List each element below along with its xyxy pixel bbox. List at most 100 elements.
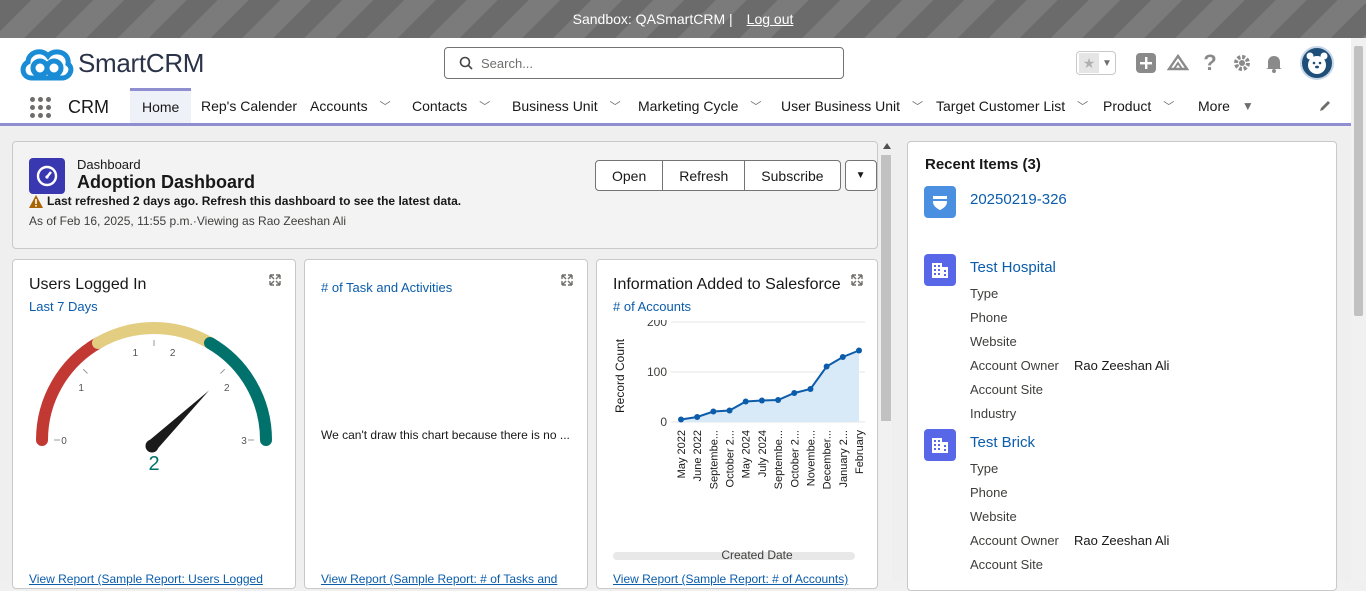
avatar[interactable] <box>1300 46 1334 80</box>
gauge-segment <box>36 337 104 446</box>
field-label: Type <box>970 286 999 301</box>
field-label: Account Owner <box>970 358 1059 373</box>
help-icon: ? <box>1203 50 1217 75</box>
tab-user-business-unit[interactable]: User Business Unit ﹀ <box>781 88 923 123</box>
data-point <box>678 416 684 423</box>
field-label: Phone <box>970 485 1008 500</box>
chevron-down-icon[interactable]: ▼ <box>1099 58 1115 69</box>
window-scrollbar[interactable] <box>1351 38 1366 581</box>
x-tick-label: October 2... <box>725 430 737 487</box>
dashboard-header: Dashboard Adoption Dashboard Last refres… <box>12 141 878 249</box>
help-button[interactable]: ? <box>1194 47 1226 79</box>
recent-item-link[interactable]: Test Hospital <box>970 259 1056 276</box>
tab-accounts[interactable]: Accounts ﹀ <box>310 88 391 123</box>
card-subtitle[interactable]: Last 7 Days <box>29 299 98 314</box>
chevron-down-icon[interactable]: ﹀ <box>1163 98 1174 114</box>
refresh-button[interactable]: Refresh <box>662 160 746 191</box>
tab-home[interactable]: Home <box>130 88 192 123</box>
field-label: Account Site <box>970 382 1043 397</box>
expand-icon[interactable] <box>269 274 281 286</box>
data-point <box>726 407 733 414</box>
setup-button[interactable] <box>1226 47 1258 79</box>
x-tick-label: May 2022 <box>676 430 688 478</box>
scroll-up-arrow-icon[interactable] <box>883 143 891 149</box>
expand-icon[interactable] <box>561 274 573 286</box>
page-title: Adoption Dashboard <box>77 172 255 192</box>
tab-business-unit[interactable]: Business Unit ﹀ <box>512 88 621 123</box>
app-launcher-icon[interactable] <box>30 97 51 118</box>
tab-marketing-cycle[interactable]: Marketing Cycle ﹀ <box>638 88 761 123</box>
warning-icon <box>29 194 43 208</box>
field-label: Phone <box>970 310 1008 325</box>
card-subtitle[interactable]: # of Accounts <box>613 299 691 314</box>
app-name: CRM <box>68 97 109 117</box>
no-data-message: We can't draw this chart because there i… <box>321 428 570 442</box>
tab-target-customer-list[interactable]: Target Customer List ﹀ <box>936 88 1088 123</box>
expand-icon[interactable] <box>851 274 863 286</box>
data-point <box>791 390 798 396</box>
trailhead-button[interactable] <box>1162 47 1194 79</box>
data-point <box>710 408 717 415</box>
logout-link[interactable]: Log out <box>747 11 794 27</box>
search-input[interactable]: Search... <box>444 47 844 79</box>
more-actions-button[interactable]: ▼ <box>844 160 877 191</box>
x-tick-label: July 2024 <box>757 430 769 477</box>
caret-down-icon[interactable]: ▼ <box>1242 99 1254 113</box>
logo[interactable]: SmartCRM <box>18 44 204 82</box>
view-report-link[interactable]: View Report (Sample Report: Users Logged <box>29 572 263 586</box>
caret-down-icon: ▼ <box>855 170 866 181</box>
field-label: Industry <box>970 406 1017 421</box>
x-tick-label: Septembe... <box>708 430 720 489</box>
view-report-link[interactable]: View Report (Sample Report: # of Tasks a… <box>321 572 557 586</box>
x-tick-label: May 2024 <box>741 430 753 478</box>
chevron-down-icon[interactable]: ﹀ <box>750 98 761 114</box>
tab-more[interactable]: More ▼ <box>1198 88 1254 123</box>
global-actions-button[interactable] <box>1130 47 1162 79</box>
gauge-tick-label: 1 <box>78 383 84 394</box>
data-point <box>694 414 701 420</box>
shield-icon <box>924 186 956 218</box>
favorites-button[interactable]: ★ ▼ <box>1076 51 1116 75</box>
x-tick-label: February <box>854 430 866 475</box>
scrollbar-thumb[interactable] <box>1354 46 1363 316</box>
dashboard-actions: Open Refresh Subscribe ▼ <box>595 160 877 191</box>
open-button[interactable]: Open <box>595 160 664 191</box>
card-subtitle[interactable]: # of Task and Activities <box>321 280 452 295</box>
global-header: SmartCRM Search... ★ ▼ ? <box>0 38 1351 88</box>
gauge-value: 2 <box>148 453 159 475</box>
data-point <box>775 397 782 403</box>
data-point <box>839 354 846 360</box>
data-point <box>758 397 765 404</box>
chevron-down-icon[interactable]: ﹀ <box>610 98 621 114</box>
view-report-link[interactable]: View Report (Sample Report: # of Account… <box>613 572 848 586</box>
chevron-down-icon[interactable]: ﹀ <box>479 98 490 114</box>
warning-text: Last refreshed 2 days ago. Refresh this … <box>47 194 462 208</box>
notifications-button[interactable] <box>1258 47 1290 79</box>
gear-icon <box>1234 55 1250 71</box>
subscribe-button[interactable]: Subscribe <box>744 160 841 191</box>
recent-item-link[interactable]: Test Brick <box>970 434 1035 451</box>
scrollbar-thumb[interactable] <box>881 155 891 421</box>
tab-reps-calender[interactable]: Rep's Calender <box>201 88 297 123</box>
chevron-down-icon[interactable]: ﹀ <box>1077 98 1088 114</box>
building-icon <box>924 254 956 286</box>
recent-item-link[interactable]: 20250219-326 <box>970 191 1067 208</box>
logo-text: SmartCRM <box>78 47 205 78</box>
card-title: Information Added to Salesforce <box>613 276 841 293</box>
dashboard-type-label: Dashboard <box>77 157 141 172</box>
pencil-icon[interactable] <box>1318 99 1332 113</box>
data-point <box>856 347 862 354</box>
recent-items-panel: Recent Items (3) 20250219-326 Test Hospi… <box>907 141 1337 591</box>
gauge-segment <box>204 337 272 446</box>
x-tick-label: Septembe... <box>773 430 785 489</box>
y-tick-label: 200 <box>647 320 667 329</box>
tab-product[interactable]: Product ﹀ <box>1103 88 1174 123</box>
chevron-down-icon[interactable]: ﹀ <box>380 98 391 114</box>
cloud-mountain-icon <box>1167 53 1189 71</box>
dashboard-scrollbar[interactable] <box>880 141 892 581</box>
field-value: Rao Zeeshan Ali <box>1074 533 1170 548</box>
tab-contacts[interactable]: Contacts ﹀ <box>412 88 490 123</box>
chevron-down-icon[interactable]: ﹀ <box>912 98 923 114</box>
as-of-text: As of Feb 16, 2025, 11:55 p.m.·Viewing a… <box>29 214 347 228</box>
bear-avatar-icon <box>1306 52 1328 74</box>
